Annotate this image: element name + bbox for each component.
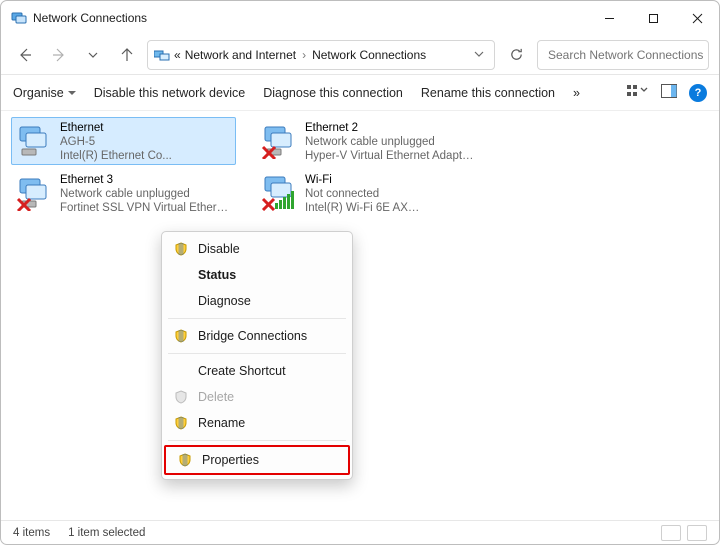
menu-item-delete: Delete xyxy=(162,384,352,410)
adapter-name: Ethernet 3 xyxy=(60,173,231,187)
diagnose-connection-button[interactable]: Diagnose this connection xyxy=(263,86,403,100)
large-icons-view-button[interactable] xyxy=(687,525,707,541)
adapter-device: Hyper-V Virtual Ethernet Adapter (… xyxy=(305,149,476,163)
view-options-button[interactable] xyxy=(627,84,649,101)
details-view-button[interactable] xyxy=(661,525,681,541)
adapter-icon xyxy=(16,121,54,159)
shield-icon xyxy=(176,453,194,467)
menu-separator xyxy=(168,440,346,441)
close-button[interactable] xyxy=(675,3,719,33)
adapter-list: Ethernet AGH-5 Intel(R) Ethernet Co... xyxy=(1,111,719,520)
shield-icon xyxy=(172,416,190,430)
status-bar: 4 items 1 item selected xyxy=(1,520,719,544)
preview-pane-icon xyxy=(661,84,677,98)
titlebar: Network Connections xyxy=(1,1,719,35)
menu-item-rename[interactable]: Rename xyxy=(162,410,352,436)
adapter-status: AGH-5 xyxy=(60,135,172,149)
organise-label: Organise xyxy=(13,86,64,100)
command-bar: Organise Disable this network device Dia… xyxy=(1,75,719,111)
menu-item-properties[interactable]: Properties xyxy=(164,445,350,475)
menu-item-bridge[interactable]: Bridge Connections xyxy=(162,323,352,349)
organise-button[interactable]: Organise xyxy=(13,86,76,100)
search-box[interactable] xyxy=(537,40,709,70)
refresh-icon xyxy=(509,47,524,62)
menu-separator xyxy=(168,318,346,319)
adapter-device: Fortinet SSL VPN Virtual Ethernet … xyxy=(60,201,231,215)
control-panel-icon xyxy=(154,49,170,61)
adapter-name: Ethernet 2 xyxy=(305,121,476,135)
breadcrumb-seg-1[interactable]: Network and Internet xyxy=(185,48,296,62)
adapter-device: Intel(R) Ethernet Co... xyxy=(60,149,172,163)
more-commands-button[interactable]: » xyxy=(573,86,580,100)
shield-icon xyxy=(172,390,190,404)
shield-icon xyxy=(172,242,190,256)
adapter-name: Ethernet xyxy=(60,121,172,135)
breadcrumb-seg-2[interactable]: Network Connections xyxy=(312,48,426,62)
menu-item-create-shortcut[interactable]: Create Shortcut xyxy=(162,358,352,384)
menu-item-status[interactable]: Status xyxy=(162,262,352,288)
shield-icon xyxy=(172,329,190,343)
adapter-item-ethernet-2[interactable]: Ethernet 2 Network cable unplugged Hyper… xyxy=(256,117,481,165)
disable-device-button[interactable]: Disable this network device xyxy=(94,86,245,100)
context-menu: Disable Status Diagnose Bridge Connectio… xyxy=(161,231,353,480)
arrow-left-icon xyxy=(17,47,33,63)
maximize-button[interactable] xyxy=(631,3,675,33)
view-options-icon xyxy=(627,84,649,98)
up-button[interactable] xyxy=(113,41,141,69)
cross-overlay-icon xyxy=(263,199,274,210)
adapter-device: Intel(R) Wi-Fi 6E AX… xyxy=(305,201,419,215)
adapter-icon xyxy=(16,173,54,211)
window-title: Network Connections xyxy=(11,10,147,26)
adapter-status: Network cable unplugged xyxy=(305,135,476,149)
adapter-icon xyxy=(261,173,299,211)
chevron-down-icon xyxy=(88,50,98,60)
forward-button[interactable] xyxy=(45,41,73,69)
window-title-text: Network Connections xyxy=(33,11,147,25)
minimize-button[interactable] xyxy=(587,3,631,33)
breadcrumb-dropdown[interactable] xyxy=(474,48,488,62)
rename-connection-button[interactable]: Rename this connection xyxy=(421,86,555,100)
menu-separator xyxy=(168,353,346,354)
adapter-item-wifi[interactable]: Wi-Fi Not connected Intel(R) Wi-Fi 6E AX… xyxy=(256,169,481,217)
status-selected-count: 1 item selected xyxy=(68,527,145,539)
adapter-status: Network cable unplugged xyxy=(60,187,231,201)
adapter-name: Wi-Fi xyxy=(305,173,419,187)
adapter-status: Not connected xyxy=(305,187,419,201)
breadcrumb-root-sep: « xyxy=(174,48,181,62)
arrow-right-icon xyxy=(51,47,67,63)
menu-item-diagnose[interactable]: Diagnose xyxy=(162,288,352,314)
breadcrumb-separator xyxy=(300,48,308,62)
adapter-item-ethernet-3[interactable]: Ethernet 3 Network cable unplugged Forti… xyxy=(11,169,236,217)
status-item-count: 4 items xyxy=(13,527,50,539)
adapter-item-ethernet[interactable]: Ethernet AGH-5 Intel(R) Ethernet Co... xyxy=(11,117,236,165)
preview-pane-button[interactable] xyxy=(661,84,677,101)
menu-item-disable[interactable]: Disable xyxy=(162,236,352,262)
network-connections-window: Network Connections xyxy=(0,0,720,545)
arrow-up-icon xyxy=(119,47,135,63)
network-connections-icon xyxy=(11,10,27,26)
refresh-button[interactable] xyxy=(501,40,531,70)
navigation-bar: « Network and Internet Network Connectio… xyxy=(1,35,719,75)
help-button[interactable]: ? xyxy=(689,84,707,102)
recent-locations-button[interactable] xyxy=(79,41,107,69)
caret-down-icon xyxy=(68,89,76,97)
chevron-down-icon xyxy=(474,49,484,59)
search-input[interactable] xyxy=(546,47,705,63)
breadcrumb[interactable]: « Network and Internet Network Connectio… xyxy=(147,40,495,70)
adapter-icon xyxy=(261,121,299,159)
back-button[interactable] xyxy=(11,41,39,69)
